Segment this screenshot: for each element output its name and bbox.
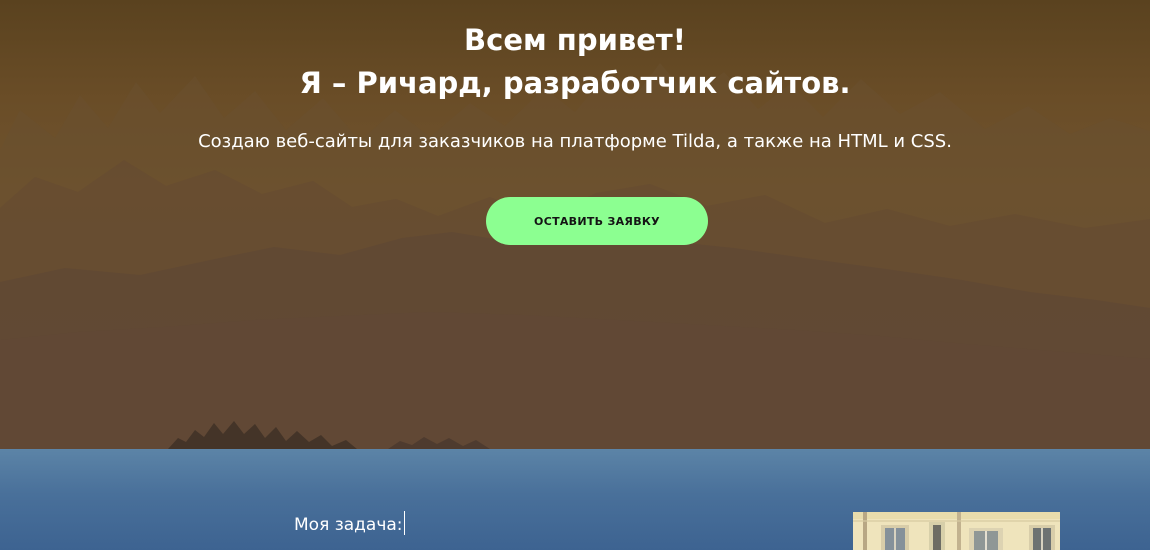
hero-title: Всем привет! Я – Ричард, разработчик сай… xyxy=(0,19,1150,105)
building-photo xyxy=(853,512,1060,550)
text-cursor xyxy=(403,511,405,535)
task-label[interactable]: Моя задача: xyxy=(294,511,405,536)
hero-title-line-1: Всем привет! xyxy=(464,23,686,58)
hero-title-line-2: Я – Ричард, разработчик сайтов. xyxy=(299,66,851,101)
hero-subtitle: Создаю веб-сайты для заказчиков на платф… xyxy=(198,131,952,152)
task-label-text[interactable]: Моя задача: xyxy=(294,515,403,535)
building-image xyxy=(853,512,1060,550)
task-section: Моя задача: xyxy=(0,449,1150,550)
leave-request-button[interactable]: ОСТАВИТЬ ЗАЯВКУ xyxy=(486,197,708,245)
hero-section: Всем привет! Я – Ричард, разработчик сай… xyxy=(0,0,1150,449)
